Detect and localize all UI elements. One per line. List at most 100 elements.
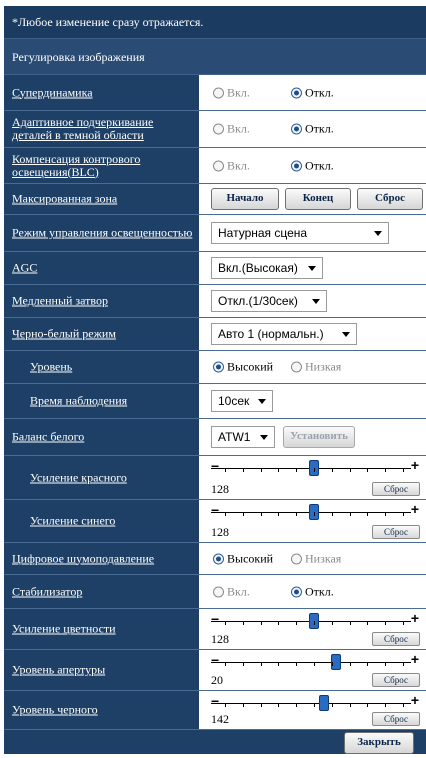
radio-selected-icon xyxy=(213,553,224,564)
blue-gain-slider[interactable]: − + xyxy=(211,502,419,520)
slider-tick xyxy=(225,512,226,516)
close-button[interactable]: Закрыть xyxy=(344,732,414,754)
label-cell: Время наблюдения xyxy=(4,384,198,418)
adaptive-off-radio[interactable]: Откл. xyxy=(291,122,334,137)
minus-icon[interactable]: − xyxy=(211,694,219,708)
slider-tick xyxy=(403,512,404,516)
red-gain-label[interactable]: Усиление красного xyxy=(30,471,194,484)
label-cell: Адаптивное подчеркивание деталей в темно… xyxy=(4,111,198,147)
plus-icon[interactable]: + xyxy=(411,652,419,666)
row-stabilizer: Стабилизатор Вкл. Откл. xyxy=(4,575,426,609)
row-red-gain: Усиление красного − + 128 Сброс xyxy=(4,456,426,500)
aperture-level-label[interactable]: Уровень апертуры xyxy=(12,663,194,677)
watch-time-label[interactable]: Время наблюдения xyxy=(30,394,194,408)
level-high-radio[interactable]: Высокий xyxy=(213,360,273,375)
chroma-gain-slider[interactable]: − + xyxy=(211,611,419,629)
section-title: Регулировка изображения xyxy=(12,50,145,64)
minus-icon[interactable]: − xyxy=(211,612,219,626)
aperture-level-reset-button[interactable]: Сброс xyxy=(372,673,420,687)
value-cell: Вкл. Откл. xyxy=(199,148,426,183)
slider-tick xyxy=(314,512,315,516)
aperture-level-slider[interactable]: − + xyxy=(211,652,419,670)
stabilizer-off-radio[interactable]: Откл. xyxy=(291,584,334,599)
slider-tick xyxy=(385,662,387,666)
agc-select[interactable]: Вкл.(Высокая) xyxy=(211,257,323,279)
row-blue-gain: Усиление синего − + 128 Сброс xyxy=(4,500,426,543)
slider-thumb[interactable] xyxy=(318,695,329,711)
radio-circle-icon xyxy=(213,586,224,597)
value-cell: Откл.(1/30сек) xyxy=(199,285,426,317)
slider-tick xyxy=(278,703,280,707)
chroma-gain-label[interactable]: Усиление цветности xyxy=(12,622,194,636)
stabilizer-label[interactable]: Стабилизатор xyxy=(12,585,194,598)
plus-icon[interactable]: + xyxy=(411,693,419,707)
value-cell: Вкл. Откл. xyxy=(199,575,426,608)
chevron-down-icon xyxy=(260,435,268,440)
slow-shutter-select[interactable]: Откл.(1/30сек) xyxy=(211,290,327,312)
blc-off-radio[interactable]: Откл. xyxy=(291,158,334,173)
dnr-high-radio[interactable]: Высокий xyxy=(213,551,273,566)
radio-selected-icon xyxy=(213,361,224,373)
slider-tick xyxy=(331,703,333,707)
white-balance-set-button[interactable]: Установить xyxy=(283,426,355,448)
agc-label[interactable]: AGC xyxy=(12,261,194,275)
chroma-gain-reset-button[interactable]: Сброс xyxy=(372,632,420,646)
black-level-label[interactable]: Уровень черного xyxy=(12,703,194,717)
slow-shutter-label[interactable]: Медленный затвор xyxy=(12,294,194,308)
blc-on-radio[interactable]: Вкл. xyxy=(213,158,250,173)
label-cell: Усиление цветности xyxy=(4,609,198,649)
section-header: Регулировка изображения xyxy=(4,39,426,75)
red-gain-reset-button[interactable]: Сброс xyxy=(372,482,420,496)
slider-tick xyxy=(367,703,369,707)
watch-time-select[interactable]: 10сек xyxy=(211,390,273,412)
level-low-radio[interactable]: Низкая xyxy=(291,360,341,375)
value-cell: Вкл. Откл. xyxy=(199,75,426,110)
level-label[interactable]: Уровень xyxy=(30,360,194,374)
row-bw-mode: Черно-белый режим Авто 1 (нормальн.) xyxy=(4,318,426,351)
radio-circle-icon xyxy=(213,87,224,98)
mask-area-label[interactable]: Максированная зона xyxy=(12,192,194,206)
row-aperture-level: Уровень апертуры − + 20 Сброс xyxy=(4,650,426,691)
value-cell: Авто 1 (нормальн.) xyxy=(199,318,426,350)
slider-tick xyxy=(260,703,262,707)
blue-gain-reset-button[interactable]: Сброс xyxy=(372,525,420,539)
plus-icon[interactable]: + xyxy=(411,458,419,472)
slider-tick xyxy=(225,703,226,707)
black-level-slider[interactable]: − + xyxy=(211,693,419,711)
mask-end-button[interactable]: Конец xyxy=(285,188,351,210)
label-cell: Уровень апертуры xyxy=(4,650,198,690)
white-balance-label[interactable]: Баланс белого xyxy=(12,430,194,444)
minus-icon[interactable]: − xyxy=(211,653,219,667)
light-control-select[interactable]: Натурная сцена xyxy=(211,222,389,244)
minus-icon[interactable]: − xyxy=(211,459,219,473)
blc-label[interactable]: Компенсация контрового освещения(BLC) xyxy=(12,152,194,179)
superdynamic-label[interactable]: Супердинамика xyxy=(12,86,194,99)
minus-icon[interactable]: − xyxy=(211,503,219,517)
black-level-reset-button[interactable]: Сброс xyxy=(372,712,420,726)
red-gain-slider[interactable]: − + xyxy=(211,458,419,476)
row-agc: AGC Вкл.(Высокая) xyxy=(4,252,426,285)
plus-icon[interactable]: + xyxy=(411,611,419,625)
dnr-low-radio[interactable]: Низкая xyxy=(291,551,341,566)
adaptive-on-radio[interactable]: Вкл. xyxy=(213,122,250,137)
dnr-label[interactable]: Цифровое шумоподавление xyxy=(12,552,194,565)
slider-tick xyxy=(278,621,280,625)
superdynamic-off-radio[interactable]: Откл. xyxy=(291,85,334,100)
black-level-value: 142 xyxy=(211,712,229,726)
slider-tick xyxy=(385,703,387,707)
bw-mode-select[interactable]: Авто 1 (нормальн.) xyxy=(211,323,357,345)
white-balance-select[interactable]: ATW1 xyxy=(211,426,275,448)
slider-tick xyxy=(260,662,262,666)
slider-tick xyxy=(349,703,351,707)
slider-tick xyxy=(225,662,226,666)
adaptive-label[interactable]: Адаптивное подчеркивание деталей в темно… xyxy=(12,116,194,142)
mask-reset-button[interactable]: Сброс xyxy=(357,188,423,210)
bw-mode-label[interactable]: Черно-белый режим xyxy=(12,327,194,341)
light-control-label[interactable]: Режим управления освещенностью xyxy=(12,226,194,240)
chevron-down-icon xyxy=(308,266,316,271)
superdynamic-on-radio[interactable]: Вкл. xyxy=(213,85,250,100)
blue-gain-label[interactable]: Усиление синего xyxy=(30,514,194,528)
stabilizer-on-radio[interactable]: Вкл. xyxy=(213,584,250,599)
mask-start-button[interactable]: Начало xyxy=(211,188,279,210)
plus-icon[interactable]: + xyxy=(411,502,419,516)
